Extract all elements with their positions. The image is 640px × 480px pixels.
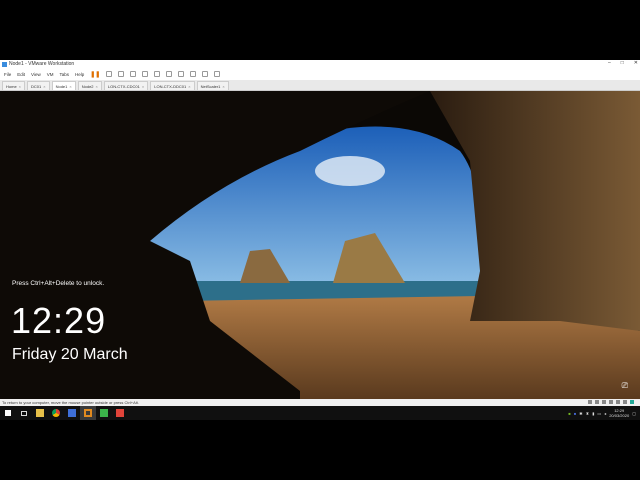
camtasia-green-icon[interactable]: [96, 406, 112, 420]
send-ctrl-alt-del-icon[interactable]: [106, 71, 113, 77]
tray-settings-icon[interactable]: ✱: [579, 411, 582, 416]
tab-bar: Home × DC01 × Node1 × Node2 × LON-CTX-CDC01 ×…: [0, 80, 640, 91]
close-button[interactable]: ✕: [634, 60, 638, 66]
tray-network-icon[interactable]: ▭: [597, 411, 601, 416]
tab-label: Home: [6, 83, 17, 89]
vm-console[interactable]: Press Ctrl+Alt+Delete to unlock. 12:29 F…: [0, 91, 640, 399]
library-icon[interactable]: [154, 71, 161, 77]
tray-security-icon[interactable]: ♜: [586, 411, 590, 416]
window-title: Node1 - VMware Workstation: [9, 61, 75, 67]
system-tray: ■ ■ ✱ ♜ ▮ ▭ ◂ 12:29 20/03/2020 ▢: [568, 406, 636, 420]
unlock-hint: Press Ctrl+Alt+Delete to unlock.: [12, 280, 105, 287]
notifications-icon[interactable]: ▢: [632, 411, 636, 416]
tab-label: LON-CTX-CDC01: [107, 83, 140, 89]
pause-icon[interactable]: ❚❚: [90, 71, 100, 78]
start-button[interactable]: [0, 406, 16, 420]
printer-icon[interactable]: [623, 400, 627, 404]
menu-view[interactable]: View: [31, 72, 41, 77]
menu-help[interactable]: Help: [75, 72, 84, 77]
vmware-workstation-icon[interactable]: [80, 406, 96, 420]
tray-app-icon[interactable]: ■: [574, 411, 576, 416]
snapshot-manager-icon[interactable]: [142, 71, 149, 77]
lock-time: 12:29: [11, 300, 107, 341]
close-tab-icon[interactable]: ×: [222, 84, 224, 89]
hdd-icon[interactable]: [588, 400, 592, 404]
tab-label: Node2: [81, 83, 94, 89]
tab-label: NetScaler1: [200, 83, 221, 89]
tab-label: LON-CTX-DDC01: [154, 83, 187, 89]
display-icon[interactable]: [630, 400, 634, 404]
tab-node1[interactable]: Node1 ×: [51, 81, 76, 90]
close-tab-icon[interactable]: ×: [43, 84, 45, 89]
menu-tabs[interactable]: Tabs: [59, 72, 69, 77]
status-message: To return to your computer, move the mou…: [2, 400, 139, 405]
close-tab-icon[interactable]: ×: [69, 84, 71, 89]
close-tab-icon[interactable]: ×: [96, 84, 98, 89]
stretch-view-icon[interactable]: [214, 71, 221, 77]
menu-edit[interactable]: Edit: [17, 72, 25, 77]
maximize-button[interactable]: □: [621, 60, 624, 66]
minimize-button[interactable]: –: [608, 60, 611, 66]
taskbar-clock[interactable]: 12:29 20/03/2020: [609, 408, 629, 418]
tab-netscaler1[interactable]: NetScaler1 ×: [196, 81, 229, 90]
vmware-window: Node1 - VMware Workstation – □ ✕ File Ed…: [0, 60, 640, 420]
network-icon[interactable]: [602, 400, 606, 404]
remote-desktop-icon[interactable]: [64, 406, 80, 420]
tab-label: DC01: [31, 83, 42, 89]
camtasia-red-icon[interactable]: [112, 406, 128, 420]
cd-icon[interactable]: [595, 400, 599, 404]
snapshot-icon[interactable]: [118, 71, 125, 77]
tab-label: Node1: [55, 83, 68, 89]
lock-date: Friday 20 March: [12, 346, 128, 363]
file-explorer-icon[interactable]: [32, 406, 48, 420]
console-view-icon[interactable]: [202, 71, 209, 77]
ease-of-access-icon[interactable]: ⎚: [622, 381, 628, 391]
tray-nvidia-icon[interactable]: ■: [568, 411, 570, 416]
close-tab-icon[interactable]: ×: [142, 84, 144, 89]
host-taskbar: ■ ■ ✱ ♜ ▮ ▭ ◂ 12:29 20/03/2020 ▢: [0, 406, 640, 420]
tray-volume-icon[interactable]: ◂: [604, 411, 606, 416]
sound-icon[interactable]: [616, 400, 620, 404]
menu-file[interactable]: File: [4, 72, 11, 77]
thumbnail-icon[interactable]: [166, 71, 173, 77]
close-tab-icon[interactable]: ×: [188, 84, 190, 89]
title-bar: Node1 - VMware Workstation – □ ✕: [0, 60, 640, 68]
unity-icon[interactable]: [190, 71, 197, 77]
vmware-icon: [2, 61, 7, 67]
usb-icon[interactable]: [609, 400, 613, 404]
close-tab-icon[interactable]: ×: [19, 84, 21, 89]
tab-home[interactable]: Home ×: [2, 81, 26, 90]
tab-dc01[interactable]: DC01 ×: [27, 81, 50, 90]
tray-mic-icon[interactable]: ▮: [592, 411, 594, 416]
revert-snapshot-icon[interactable]: [130, 71, 137, 77]
menu-bar: File Edit View VM Tabs Help ❚❚: [0, 68, 640, 80]
full-screen-icon[interactable]: [178, 71, 185, 77]
chrome-icon[interactable]: [48, 406, 64, 420]
tab-lon-ctx-cdc01[interactable]: LON-CTX-CDC01 ×: [103, 81, 149, 90]
task-view-icon[interactable]: [16, 406, 32, 420]
tab-node2[interactable]: Node2 ×: [77, 81, 102, 90]
tab-lon-ctx-ddc01[interactable]: LON-CTX-DDC01 ×: [150, 81, 195, 90]
status-bar: To return to your computer, move the mou…: [0, 399, 640, 406]
taskbar-date: 20/03/2020: [609, 413, 630, 418]
menu-vm[interactable]: VM: [47, 72, 54, 77]
